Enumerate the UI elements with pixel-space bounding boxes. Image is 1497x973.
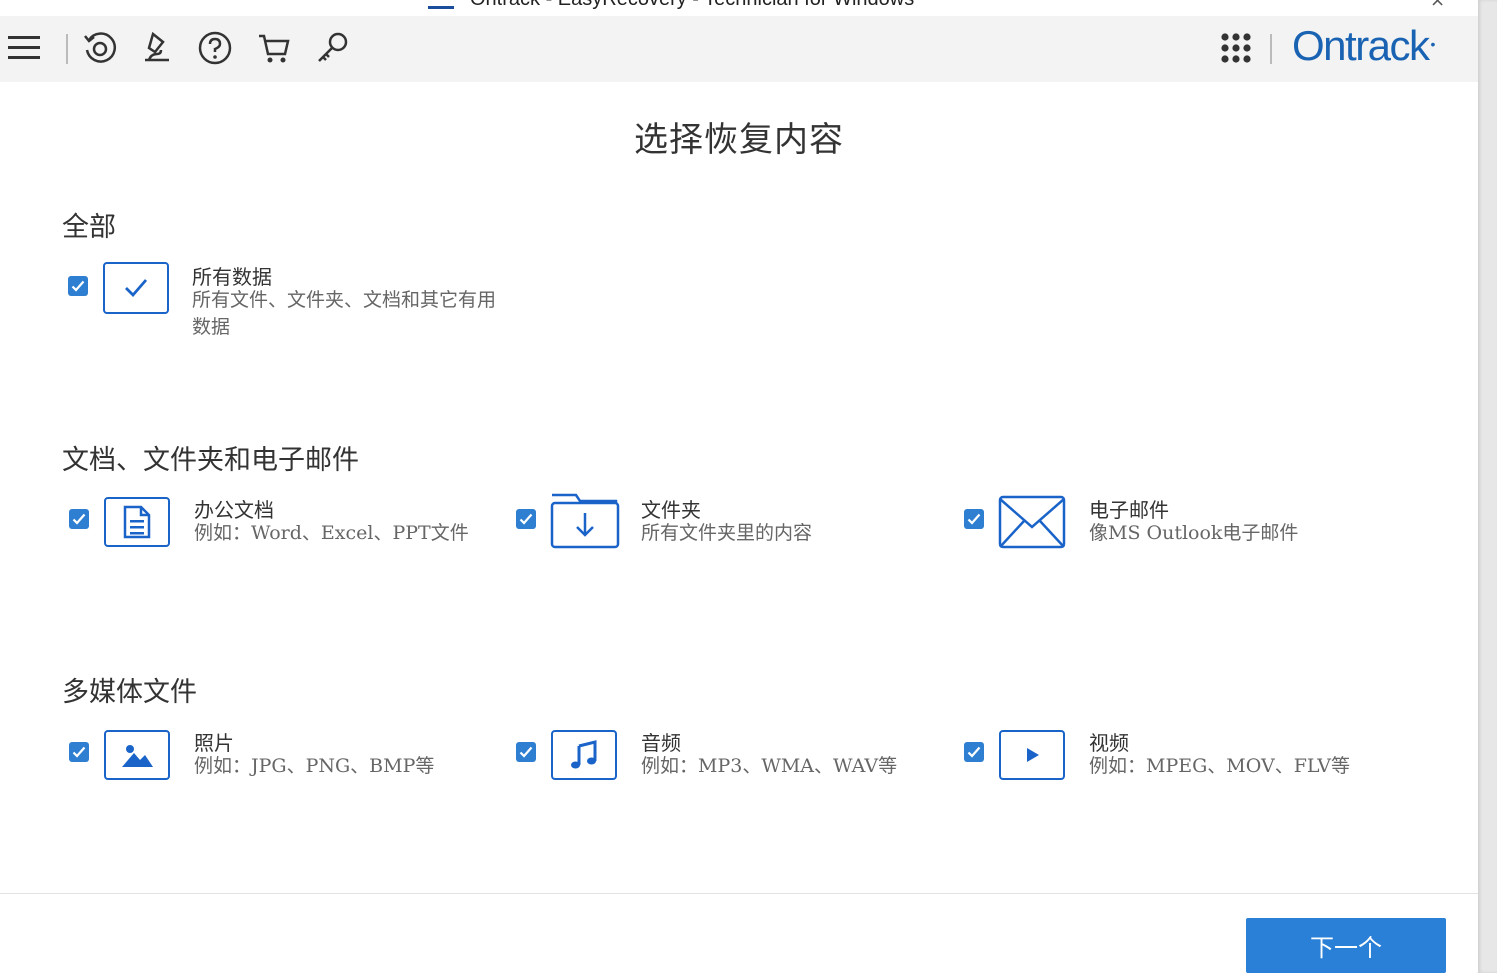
- brand-text: Ontrack: [1292, 22, 1430, 69]
- checkbox-video[interactable]: [964, 742, 984, 762]
- key-icon[interactable]: [312, 28, 352, 68]
- email-desc: 像MS Outlook电子邮件: [1089, 522, 1299, 544]
- video-desc: 例如：MPEG、MOV、FLV等: [1089, 755, 1350, 777]
- all-data-desc: 所有文件、文件夹、文档和其它有用数据: [192, 289, 497, 338]
- checkbox-office-docs[interactable]: [69, 509, 89, 529]
- checkbox-email[interactable]: [964, 509, 984, 529]
- brand-divider: [1270, 34, 1272, 64]
- footer-divider: [0, 893, 1478, 894]
- next-button[interactable]: 下一个: [1246, 918, 1446, 973]
- video-icon: [999, 730, 1065, 780]
- window-right-edge: [1478, 0, 1497, 973]
- photos-label: 照片: [194, 731, 234, 755]
- cart-icon[interactable]: [254, 28, 294, 68]
- toolbar-divider: [66, 34, 68, 64]
- title-bar: Ontrack - EasyRecovery - Technician for …: [0, 0, 1478, 16]
- brand-logo: Ontrack •: [1292, 22, 1436, 70]
- document-icon: [104, 497, 170, 547]
- checkbox-photos[interactable]: [69, 742, 89, 762]
- all-data-label: 所有数据: [192, 265, 272, 289]
- help-icon[interactable]: [195, 28, 235, 68]
- diagnose-icon[interactable]: [137, 28, 177, 68]
- brand-mark: •: [1430, 36, 1436, 52]
- folders-label: 文件夹: [641, 498, 701, 522]
- office-docs-label: 办公文档: [194, 498, 274, 522]
- section-title-docs: 文档、文件夹和电子邮件: [62, 445, 359, 476]
- office-docs-desc: 例如：Word、Excel、PPT文件: [194, 522, 469, 544]
- section-title-media: 多媒体文件: [62, 677, 197, 708]
- toolbar: Ontrack •: [0, 16, 1478, 82]
- photos-desc: 例如：JPG、PNG、BMP等: [194, 755, 435, 777]
- music-icon: [551, 730, 617, 780]
- close-icon[interactable]: ×: [1430, 0, 1445, 11]
- video-label: 视频: [1089, 731, 1129, 755]
- folders-desc: 所有文件夹里的内容: [641, 522, 813, 544]
- photo-icon: [104, 730, 170, 780]
- page-title: 选择恢复内容: [634, 120, 844, 160]
- recover-icon[interactable]: [79, 28, 119, 68]
- window-title: Ontrack - EasyRecovery - Technician for …: [470, 0, 914, 11]
- audio-desc: 例如：MP3、WMA、WAV等: [641, 755, 898, 777]
- apps-grid-icon[interactable]: [1216, 28, 1256, 68]
- menu-icon[interactable]: [4, 28, 44, 68]
- checkbox-audio[interactable]: [516, 742, 536, 762]
- section-title-all: 全部: [62, 212, 116, 243]
- checkbox-folders[interactable]: [516, 509, 536, 529]
- audio-label: 音频: [641, 731, 681, 755]
- folder-icon: [550, 491, 620, 549]
- envelope-icon: [998, 495, 1066, 549]
- checkbox-all-data[interactable]: [68, 276, 88, 296]
- check-all-icon: [103, 262, 169, 314]
- app-logo-icon: [428, 0, 454, 9]
- email-label: 电子邮件: [1089, 498, 1169, 522]
